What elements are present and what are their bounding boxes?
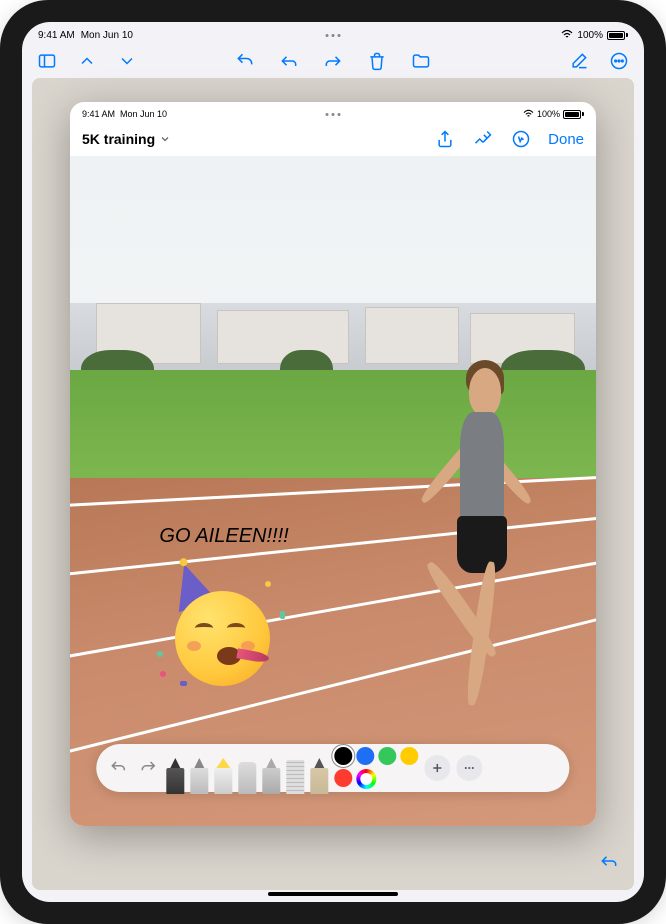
more-tools-button[interactable]: [456, 755, 482, 781]
photo-canvas[interactable]: GO AILEEN!!!!: [70, 156, 596, 826]
compose-icon[interactable]: [568, 50, 590, 72]
highlighter-tool[interactable]: [214, 754, 232, 794]
sidebar-toggle-icon[interactable]: [36, 50, 58, 72]
inner-status-date: Mon Jun 10: [120, 109, 167, 119]
ruler-tool[interactable]: [286, 754, 304, 794]
home-indicator[interactable]: [268, 892, 398, 896]
lasso-tool[interactable]: [262, 754, 280, 794]
redo-button[interactable]: [136, 756, 160, 780]
screen: 9:41 AM Mon Jun 10 100%: [22, 22, 644, 902]
pen-tool[interactable]: [166, 754, 184, 794]
color-swatch-blue[interactable]: [356, 747, 374, 765]
pencil-tool[interactable]: [310, 754, 328, 794]
done-button[interactable]: Done: [548, 131, 584, 148]
inner-wifi-icon: [523, 109, 534, 120]
color-swatches: [334, 747, 418, 789]
markup-tool-palette: [96, 744, 569, 792]
undo-icon[interactable]: [234, 50, 256, 72]
color-picker-button[interactable]: [356, 769, 376, 789]
photo-runner: [407, 344, 554, 746]
share-icon[interactable]: [322, 50, 344, 72]
reply-icon[interactable]: [278, 50, 300, 72]
party-face-emoji-sticker[interactable]: [165, 571, 285, 691]
ipad-frame: 9:41 AM Mon Jun 10 100%: [0, 0, 666, 924]
color-swatch-red[interactable]: [334, 769, 352, 787]
folder-icon[interactable]: [410, 50, 432, 72]
autoshape-icon[interactable]: [510, 128, 532, 150]
eraser-tool[interactable]: [238, 754, 256, 794]
color-swatch-green[interactable]: [378, 747, 396, 765]
status-date: Mon Jun 10: [81, 30, 133, 41]
battery-percent: 100%: [577, 30, 603, 41]
outer-status-bar: 9:41 AM Mon Jun 10 100%: [22, 22, 644, 44]
more-icon[interactable]: [608, 50, 630, 72]
chevron-down-icon[interactable]: [116, 50, 138, 72]
markup-header: 5K training Done: [70, 122, 596, 156]
multitask-dots-icon[interactable]: [326, 34, 341, 37]
inner-status-time: 9:41 AM: [82, 109, 115, 119]
share-sheet-icon[interactable]: [434, 128, 456, 150]
battery-icon: [607, 31, 628, 40]
inner-multitask-dots-icon[interactable]: [326, 113, 341, 116]
add-button[interactable]: [424, 755, 450, 781]
color-swatch-black[interactable]: [334, 747, 352, 765]
inner-status-bar: 9:41 AM Mon Jun 10 100%: [70, 102, 596, 122]
undo-button[interactable]: [106, 756, 130, 780]
outer-app-toolbar: [22, 44, 644, 78]
status-time: 9:41 AM: [38, 30, 75, 41]
markup-window: 9:41 AM Mon Jun 10 100% 5K training: [70, 102, 596, 826]
color-swatch-yellow[interactable]: [400, 747, 418, 765]
reply-arrow-icon[interactable]: [598, 850, 620, 872]
note-title-dropdown[interactable]: 5K training: [82, 131, 171, 147]
markup-toggle-icon[interactable]: [472, 128, 494, 150]
note-title: 5K training: [82, 131, 155, 147]
marker-tool[interactable]: [190, 754, 208, 794]
inner-battery-percent: 100%: [537, 109, 560, 119]
inner-battery-icon: [563, 110, 584, 119]
text-annotation[interactable]: GO AILEEN!!!!: [159, 525, 288, 548]
wifi-icon: [561, 29, 573, 42]
trash-icon[interactable]: [366, 50, 388, 72]
chevron-up-icon[interactable]: [76, 50, 98, 72]
